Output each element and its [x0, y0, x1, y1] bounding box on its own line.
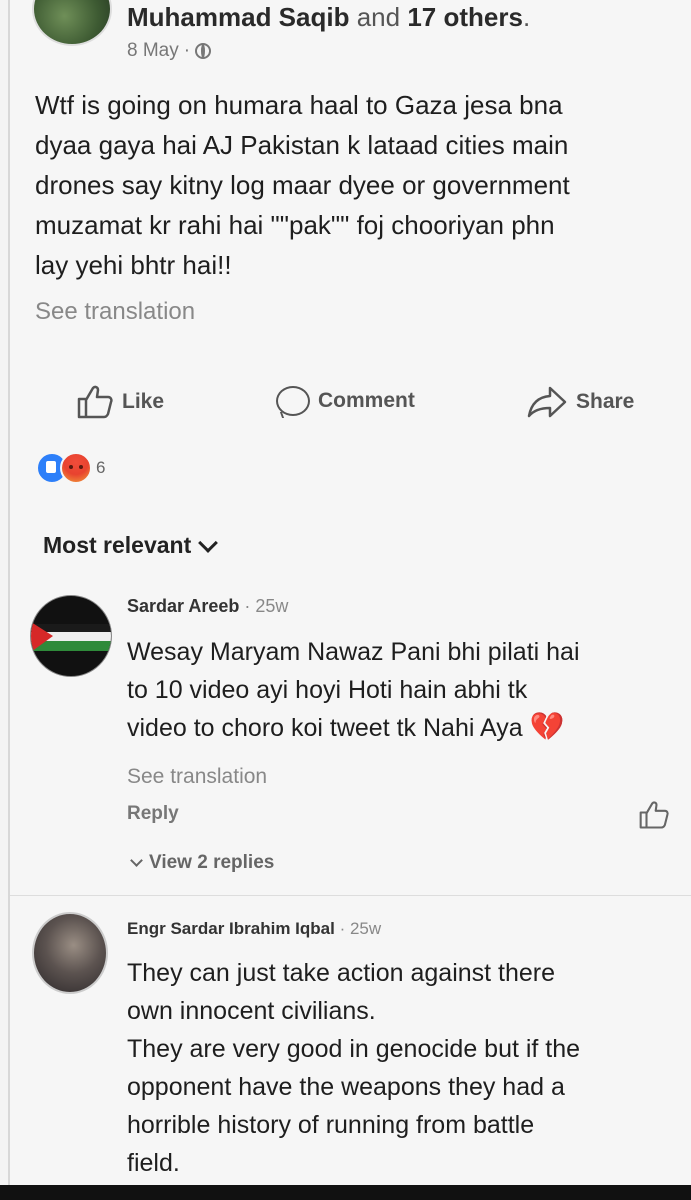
comment-sort-label: Most relevant — [43, 532, 192, 558]
comment-button[interactable]: Comment — [276, 386, 415, 416]
post-others-link[interactable]: 17 others — [407, 2, 523, 32]
view-replies-label: View 2 replies — [149, 852, 275, 873]
share-arrow-icon — [527, 386, 567, 418]
post-text-line: Wtf is going on humara haal to Gaza jesa… — [35, 90, 563, 120]
share-button-label: Share — [576, 390, 635, 413]
post-text-line: drones say kitny log maar dyee or govern… — [35, 170, 570, 200]
comment-divider — [10, 895, 691, 896]
post-date[interactable]: 8 May — [127, 40, 179, 62]
comment-text-line: horrible history of running from battle — [127, 1111, 535, 1139]
flag-avatar-image — [31, 622, 53, 652]
view-replies-button[interactable]: View 2 replies — [130, 852, 275, 874]
comment-text-line: They are very good in genocide but if th… — [127, 1035, 581, 1063]
comment-time: · 25w — [244, 596, 289, 616]
post-text: Wtf is going on humara haal to Gaza jesa… — [35, 85, 675, 285]
comment-text: They can just take action against there … — [127, 954, 691, 1182]
post-meta: 8 May · — [127, 40, 212, 62]
comment-text: Wesay Maryam Nawaz Pani bhi pilati hai t… — [127, 633, 687, 747]
thumbs-up-icon — [77, 385, 113, 419]
comment-text-line: field. — [127, 1149, 180, 1177]
broken-heart-emoji: 💔 — [529, 711, 565, 742]
comment-text-line: own innocent civilians. — [127, 997, 376, 1025]
post-text-line: dyaa gaya hai AJ Pakistan k lataad citie… — [35, 130, 569, 160]
comment-avatar[interactable] — [30, 595, 112, 677]
like-button[interactable]: Like — [76, 384, 164, 420]
post-author-name[interactable]: Muhammad Saqib — [127, 2, 349, 32]
comment-see-translation-link[interactable]: See translation — [127, 765, 267, 789]
comment-sort-dropdown[interactable]: Most relevant — [43, 532, 219, 559]
chevron-down-icon — [130, 854, 143, 867]
comment-text-line: opponent have the weapons they had a — [127, 1073, 565, 1101]
angry-reaction-icon — [60, 452, 92, 484]
reaction-count: 6 — [96, 458, 106, 477]
comment-like-icon[interactable] — [638, 800, 670, 830]
chevron-down-icon — [198, 532, 219, 553]
post-author-line: Muhammad Saqib and 17 others. — [127, 2, 531, 32]
comment-reply-button[interactable]: Reply — [127, 803, 179, 825]
comment-text-line: to 10 video ayi hoyi Hoti hain abhi tk — [127, 676, 528, 704]
comment-author: Engr Sardar Ibrahim Iqbal · 25w — [127, 919, 381, 939]
post-author-avatar[interactable] — [32, 0, 112, 46]
post-see-translation-link[interactable]: See translation — [35, 298, 195, 326]
reactions-summary[interactable]: 6 — [36, 452, 105, 484]
comment-button-label: Comment — [318, 389, 415, 412]
comment-author: Sardar Areeb · 25w — [127, 596, 288, 617]
comment-text-line: Wesay Maryam Nawaz Pani bhi pilati hai — [127, 638, 580, 666]
post-text-line: lay yehi bhtr hai!! — [35, 250, 232, 280]
comment-time: · 25w — [339, 919, 382, 938]
post-and-text: and — [356, 2, 401, 32]
like-button-label: Like — [122, 390, 165, 413]
comment-avatar[interactable] — [32, 912, 108, 994]
comment-text-line: video to choro koi tweet tk Nahi Aya 💔 — [127, 711, 565, 743]
comment-text-line: They can just take action against there — [127, 959, 556, 987]
globe-icon — [195, 43, 212, 59]
share-button[interactable]: Share — [526, 385, 634, 419]
post-text-line: muzamat kr rahi hai ""pak"" foj chooriya… — [35, 210, 555, 240]
facebook-post-screenshot: Muhammad Saqib and 17 others. 8 May · Wt… — [8, 0, 691, 1185]
comment-author-name[interactable]: Sardar Areeb — [127, 596, 239, 616]
comment-author-name[interactable]: Engr Sardar Ibrahim Iqbal — [127, 919, 335, 938]
comment-bubble-icon — [276, 386, 310, 416]
post-meta-separator: · — [183, 40, 191, 61]
bottom-edge-bar — [0, 1185, 691, 1200]
